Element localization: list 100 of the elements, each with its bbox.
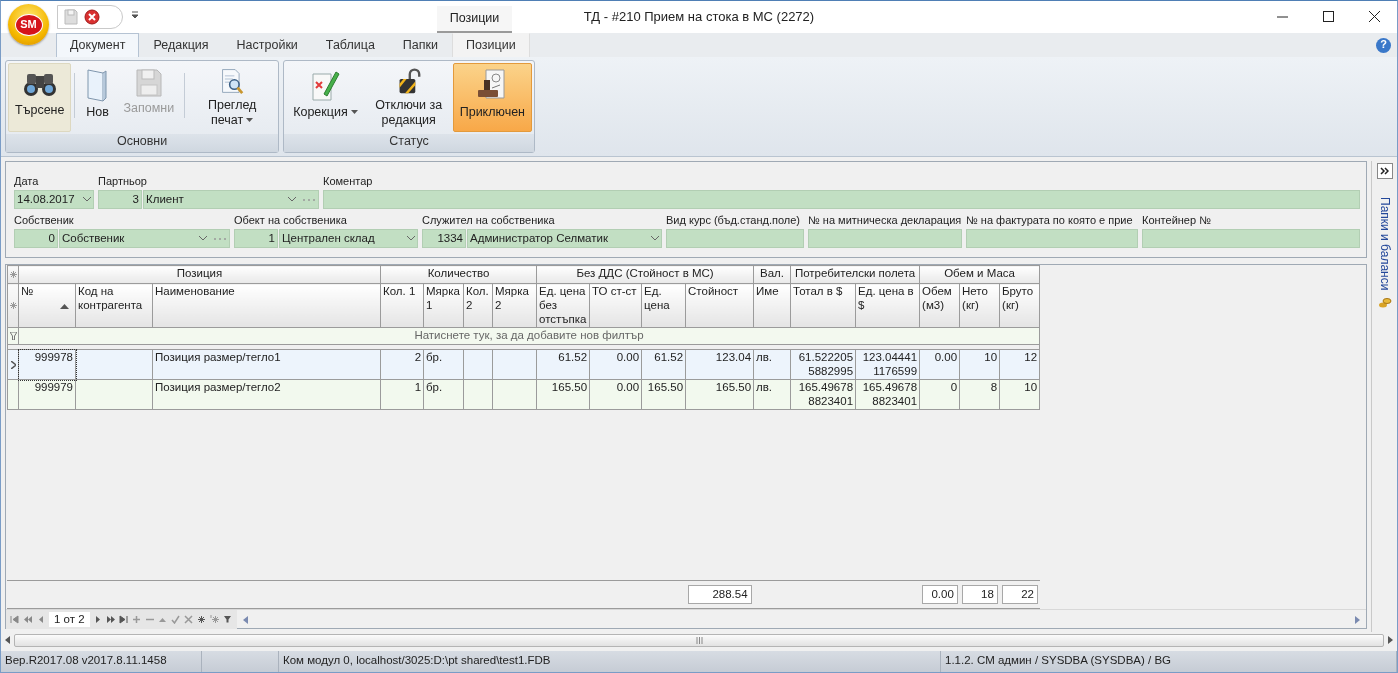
- asterisk-icon: [9, 271, 17, 279]
- column-header[interactable]: Тотал в $: [790, 283, 856, 328]
- field-label: Контейнер №: [1142, 213, 1212, 228]
- row-pointer-icon: [10, 361, 16, 370]
- column-header[interactable]: Обем (м3): [919, 283, 960, 328]
- help-button[interactable]: ?: [1376, 37, 1391, 53]
- code-field[interactable]: 1: [234, 229, 278, 248]
- column-header[interactable]: Наименование: [152, 283, 381, 328]
- code-field[interactable]: 1334: [422, 229, 466, 248]
- column-band-header[interactable]: Позиция: [18, 265, 381, 284]
- lookup-field[interactable]: Администратор Селматик: [467, 229, 662, 248]
- lookup-field[interactable]: Централен склад: [279, 229, 418, 248]
- ribbon-tab[interactable]: Папки: [388, 33, 452, 57]
- table-cell: Позиция размер/тегло1: [152, 349, 381, 380]
- first-icon[interactable]: [10, 615, 20, 624]
- scroll-left-icon[interactable]: [242, 615, 248, 624]
- customize-icon[interactable]: [131, 11, 139, 19]
- lookup-field[interactable]: Собственик: [59, 229, 230, 248]
- column-header[interactable]: Кол. 1: [380, 283, 424, 328]
- dropdown-icon[interactable]: [651, 236, 659, 241]
- table-cell: 999979: [18, 379, 76, 410]
- table-cell: 123.04: [685, 349, 754, 380]
- text-field[interactable]: [808, 229, 962, 248]
- grip-icon: [695, 636, 703, 644]
- row-indicator[interactable]: [7, 349, 19, 380]
- column-header[interactable]: Ед. цена: [641, 283, 686, 328]
- column-header[interactable]: Име: [753, 283, 791, 328]
- check-icon[interactable]: [170, 615, 181, 624]
- table-cell: 0.00: [589, 349, 642, 380]
- dropdown-icon[interactable]: [407, 236, 415, 241]
- column-band-header[interactable]: Без ДДС (Стойност в МС): [536, 265, 754, 284]
- column-band-header[interactable]: Обем и Маса: [919, 265, 1040, 284]
- column-header[interactable]: ТО ст-ст: [589, 283, 642, 328]
- ribbon-tab[interactable]: Документ: [56, 33, 140, 57]
- column-header[interactable]: №: [18, 283, 76, 328]
- text-field[interactable]: [1142, 229, 1360, 248]
- scroll-left-icon[interactable]: [5, 636, 10, 644]
- ribbon-tab[interactable]: Редакция: [139, 33, 223, 57]
- ribbon-button[interactable]: Търсене: [8, 63, 72, 132]
- maximize-icon: [1322, 10, 1334, 22]
- previous-icon[interactable]: [36, 615, 46, 624]
- column-header[interactable]: Мярка 1: [423, 283, 464, 328]
- ribbon-button[interactable]: Отключи за редакция: [364, 63, 453, 132]
- code-field[interactable]: 3: [98, 190, 142, 209]
- field-label: Дата: [14, 174, 40, 189]
- column-header[interactable]: Ед. цена в $: [855, 283, 920, 328]
- table-cell: 61.5222055882995: [790, 349, 856, 380]
- text-field[interactable]: [666, 229, 804, 248]
- ribbon-tab[interactable]: Позиции: [452, 33, 530, 57]
- asterisk-icon[interactable]: [196, 615, 207, 624]
- column-header[interactable]: Код на контрагента: [75, 283, 153, 328]
- lookup-field[interactable]: Клиент: [143, 190, 319, 209]
- filter-icon[interactable]: [222, 615, 233, 624]
- ellipsis-icon[interactable]: [213, 236, 227, 241]
- ellipsis-icon[interactable]: [302, 197, 316, 202]
- window-title: ТД - #210 Прием на стока в МС (2272): [583, 9, 815, 24]
- total-value: 0.00: [921, 584, 958, 605]
- column-header[interactable]: Ед. цена без отстъпка: [536, 283, 590, 328]
- ribbon-button[interactable]: Корекция: [286, 63, 365, 132]
- close-icon[interactable]: [84, 9, 100, 25]
- column-band-header[interactable]: Потребителски полета: [790, 265, 920, 284]
- filter-button[interactable]: [7, 327, 19, 345]
- column-header[interactable]: Мярка 2: [492, 283, 537, 328]
- text-field[interactable]: [323, 190, 1360, 209]
- total-value: 288.54: [687, 584, 752, 605]
- status-text: 1.1.2. СМ админ / SYSDBA (SYSDBA) / BG: [941, 651, 1397, 672]
- ribbon-tab[interactable]: Таблица: [311, 33, 389, 57]
- ribbon-group-title: Статус: [284, 134, 534, 152]
- field-label: Собственик: [14, 213, 75, 228]
- move-up-icon[interactable]: [157, 615, 168, 624]
- ribbon-button[interactable]: Приключен: [452, 63, 532, 132]
- side-panel-tab[interactable]: Папки и баланси: [1377, 197, 1392, 291]
- column-header[interactable]: Нето (кг): [959, 283, 1000, 328]
- scroll-right-icon[interactable]: [1388, 636, 1393, 644]
- scroll-right-icon[interactable]: [1355, 615, 1360, 624]
- column-header[interactable]: Стойност: [685, 283, 754, 328]
- ribbon-button[interactable]: Преглед печат: [188, 63, 277, 132]
- dropdown-icon[interactable]: [83, 197, 91, 202]
- column-chooser-button[interactable]: [7, 283, 19, 328]
- column-chooser-button[interactable]: [7, 265, 19, 284]
- dropdown-icon[interactable]: [199, 236, 207, 241]
- previous-page-icon[interactable]: [23, 615, 33, 624]
- next-page-icon[interactable]: [105, 615, 116, 624]
- ribbon-tab[interactable]: Настройки: [222, 33, 312, 57]
- date-field[interactable]: 14.08.2017: [14, 190, 94, 209]
- dropdown-icon[interactable]: [288, 197, 296, 202]
- table-cell: 165.496788823401: [855, 379, 920, 410]
- asterisk-icon: [9, 302, 17, 310]
- text-field[interactable]: [966, 229, 1138, 248]
- table-cell: 165.50: [536, 379, 590, 410]
- column-header[interactable]: Бруто (кг): [999, 283, 1040, 328]
- column-band-header[interactable]: Количество: [380, 265, 537, 284]
- save-icon[interactable]: [64, 9, 78, 25]
- column-band-header[interactable]: Вал.: [753, 265, 791, 284]
- ribbon-button[interactable]: Нов: [78, 63, 117, 132]
- expand-button[interactable]: [1376, 163, 1393, 179]
- last-icon[interactable]: [118, 615, 129, 624]
- close-icon: [1368, 10, 1380, 22]
- scrollbar-thumb[interactable]: [14, 633, 1384, 647]
- code-field[interactable]: 0: [14, 229, 58, 248]
